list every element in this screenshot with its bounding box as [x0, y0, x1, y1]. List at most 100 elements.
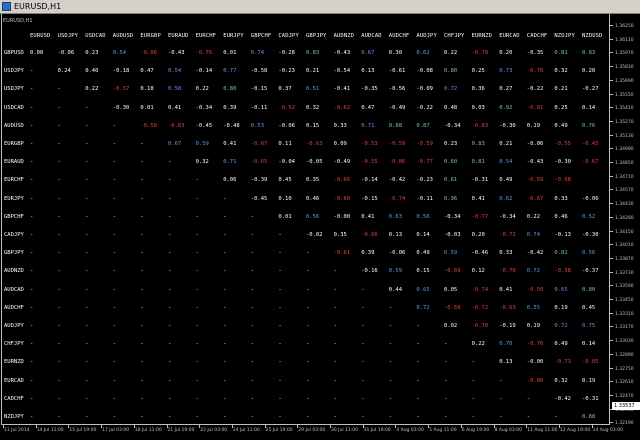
correlation-cell: 0.80: [444, 68, 458, 75]
price-tick: 1.32190: [610, 421, 640, 426]
correlation-cell: -0.63: [499, 304, 516, 311]
correlation-cell: 0.55: [526, 304, 541, 311]
price-axis[interactable]: 1.36250 1.36110 1.35970 1.35830 1.35690 1.355…: [610, 14, 640, 426]
correlation-cell: -: [223, 377, 227, 384]
column-header: EURCAD: [499, 33, 520, 39]
correlation-cell: -0.74: [388, 195, 406, 202]
correlation-cell: -: [195, 377, 199, 384]
correlation-cell: 0.23: [444, 141, 458, 147]
correlation-cell: -: [30, 359, 34, 366]
correlation-cell: 0.13: [499, 359, 513, 366]
correlation-cell: -0.34: [195, 104, 213, 111]
correlation-cell: 0.67: [168, 141, 182, 147]
correlation-cell: 0.20: [582, 68, 596, 75]
correlation-cell: 0.02: [444, 323, 458, 329]
correlation-cell: -0.83: [471, 122, 489, 129]
row-label: EURNZD: [4, 359, 24, 366]
correlation-cell: 0.45: [278, 177, 292, 184]
correlation-cell: -0.42: [554, 395, 571, 402]
correlation-cell: -0.49: [388, 104, 406, 111]
correlation-cell: -: [112, 395, 117, 402]
correlation-cell: 0.71: [223, 159, 237, 166]
correlation-cell: -: [168, 268, 172, 275]
correlation-cell: -: [168, 395, 172, 402]
correlation-cell: 0.80: [582, 286, 596, 293]
correlation-cell: 0.74: [526, 232, 541, 238]
correlation-cell: -: [85, 304, 89, 311]
correlation-cell: 0.76: [582, 122, 596, 129]
time-tick-label: 4 Aug 03:00: [396, 428, 424, 433]
correlation-cell: -: [333, 359, 337, 366]
table-row: EURCHF - - - - - - -0.06 -0.39 0.45 0.35 -0.66 -0.14…: [2, 175, 609, 193]
correlation-cell: 0.21: [306, 68, 320, 75]
tick-mark: [610, 189, 613, 191]
correlation-cell: -: [333, 395, 337, 402]
correlation-cell: -: [57, 250, 61, 257]
correlation-cell: -: [361, 377, 365, 384]
correlation-cell: -0.48: [223, 122, 240, 129]
correlation-cell: 0.73: [499, 68, 513, 75]
correlation-cell: 0.15: [416, 268, 430, 275]
correlation-cell: -0.68: [444, 304, 461, 311]
correlation-cell: 0.36: [471, 86, 485, 93]
correlation-cell: 0.41: [471, 195, 485, 202]
correlation-cell: -: [388, 304, 393, 311]
row-label: GBPUSD: [4, 50, 24, 56]
correlation-cell: -0.06: [388, 250, 406, 257]
correlation-cell: -0.39: [250, 177, 268, 184]
price-tick-label: 1.32750: [615, 366, 634, 372]
price-tick: 1.33310: [610, 312, 640, 317]
correlation-cell: -: [112, 213, 117, 220]
correlation-cell: -: [30, 250, 34, 257]
column-header: AUDCAD: [361, 33, 382, 39]
correlation-cell: -: [306, 341, 310, 348]
tick-mark: [610, 38, 613, 40]
correlation-cell: -: [85, 177, 89, 184]
correlation-cell: -0.43: [582, 141, 599, 147]
price-tick-label: 1.34710: [615, 174, 634, 180]
correlation-cell: -: [112, 122, 117, 129]
price-tick: 1.33590: [610, 284, 640, 289]
correlation-cell: -: [168, 286, 172, 293]
price-tick: 1.33170: [610, 325, 640, 330]
price-tick-label: 1.35270: [615, 119, 634, 125]
correlation-cell: -: [85, 159, 89, 166]
correlation-cell: -: [361, 359, 365, 366]
correlation-cell: -0.30: [554, 159, 571, 166]
correlation-cell: -0.34: [444, 122, 461, 129]
price-tick-label: 1.36110: [615, 37, 634, 43]
correlation-cell: -: [306, 323, 310, 329]
correlation-cell: -0.59: [526, 177, 544, 184]
correlation-cell: -: [85, 141, 89, 147]
correlation-cell: 0.15: [306, 122, 320, 129]
price-tick: 1.33450: [610, 298, 640, 303]
correlation-cell: -0.56: [388, 86, 406, 93]
row-label: EURJPY: [4, 195, 24, 202]
row-label: AUDUSD: [4, 122, 24, 129]
correlation-cell: -: [250, 341, 255, 348]
correlation-cell: 0.40: [85, 68, 99, 75]
correlation-cell: -0.35: [526, 50, 544, 56]
time-axis[interactable]: 11 Jul 2014 14 Jul 11:00 15 Jul 19:00 17 Ju…: [0, 425, 623, 440]
correlation-cell: -: [195, 359, 199, 366]
correlation-cell: -0.68: [554, 177, 571, 184]
correlation-cell: -: [250, 414, 255, 420]
row-label: GBPCHF: [4, 213, 24, 220]
time-tick-label: 11 Aug 11:00: [527, 428, 558, 433]
correlation-cell: -0.02: [306, 232, 323, 238]
window-titlebar[interactable]: EURUSD,H1: [0, 0, 640, 14]
correlation-cell: -: [195, 268, 199, 275]
correlation-cell: -0.06: [526, 141, 544, 147]
time-tick-label: 11 Jul 2014: [4, 428, 30, 433]
correlation-cell: 0.46: [306, 195, 320, 202]
correlation-cell: -: [250, 304, 255, 311]
correlation-cell: -: [223, 268, 227, 275]
correlation-cell: 0.61: [444, 177, 458, 184]
correlation-cell: -: [250, 395, 255, 402]
correlation-cell: -: [471, 395, 475, 402]
correlation-cell: -: [57, 141, 61, 147]
correlation-cell: -: [140, 177, 144, 184]
correlation-cell: -: [140, 213, 144, 220]
correlation-cell: -0.55: [554, 141, 571, 147]
price-tick: 1.35830: [610, 65, 640, 70]
